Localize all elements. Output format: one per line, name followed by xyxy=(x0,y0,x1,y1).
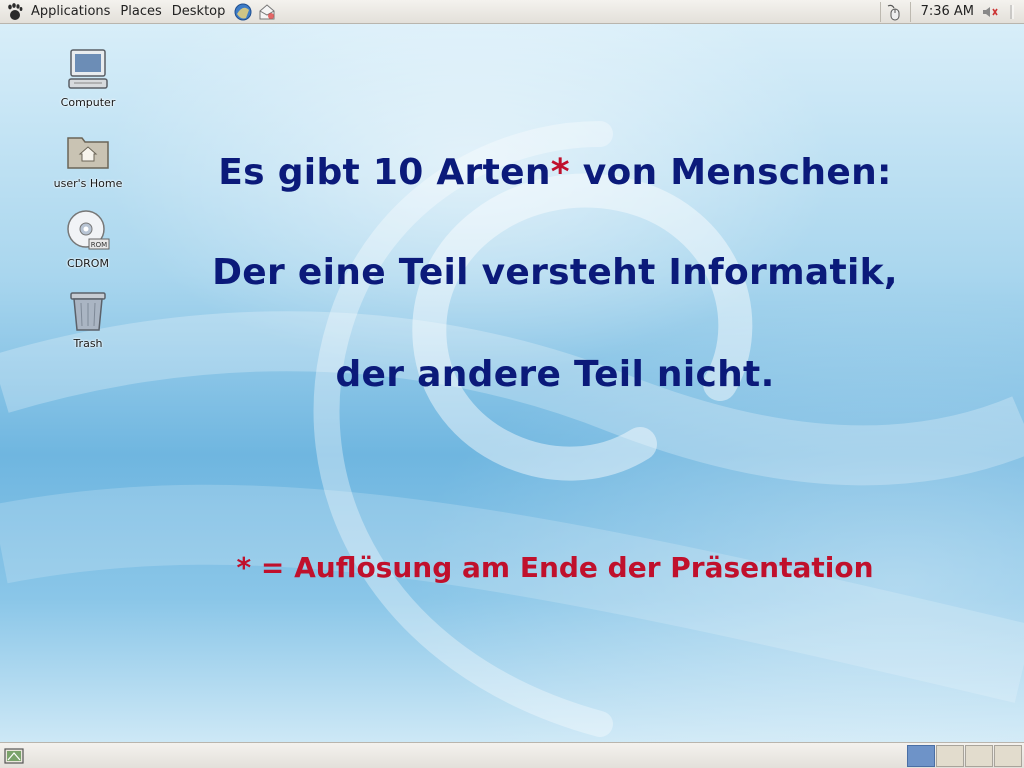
desktop-icon-trash[interactable]: Trash xyxy=(33,287,143,350)
show-desktop-icon[interactable] xyxy=(2,745,26,767)
slide-line-1-text: Es gibt 10 Arten xyxy=(218,152,551,193)
trash-icon xyxy=(64,287,112,335)
mouse-applet-icon[interactable] xyxy=(885,4,903,20)
slide-line-2: Der eine Teil versteht Informatik, xyxy=(212,252,898,293)
desktop-menu[interactable]: Desktop xyxy=(167,1,231,23)
places-menu[interactable]: Places xyxy=(115,1,166,23)
panel-separator xyxy=(879,1,881,22)
workspace-2[interactable] xyxy=(936,744,964,767)
slide-line-1: Es gibt 10 Arten* von Menschen: xyxy=(140,152,970,193)
computer-icon xyxy=(64,46,112,94)
panel-separator xyxy=(909,1,911,22)
email-icon[interactable] xyxy=(256,1,278,23)
slide-asterisk: * xyxy=(550,152,570,193)
web-browser-icon[interactable] xyxy=(232,1,254,23)
clock[interactable]: 7:36 AM xyxy=(915,4,982,19)
cdrom-icon: ROM xyxy=(64,207,112,255)
desktop-background[interactable]: Computer user's Home ROM CDROM Trash Es … xyxy=(0,24,1024,742)
home-folder-icon xyxy=(64,127,112,175)
desktop-icon-label: Trash xyxy=(73,337,103,350)
desktop-icon-label: Computer xyxy=(60,96,116,109)
panel-handle-icon[interactable] xyxy=(1003,4,1021,20)
bottom-panel xyxy=(0,742,1024,768)
slide-line-3: der andere Teil nicht. xyxy=(335,354,775,395)
desktop-icon-home[interactable]: user's Home xyxy=(33,127,143,190)
volume-icon[interactable] xyxy=(982,4,1000,20)
top-panel: Applications Places Desktop 7:36 AM xyxy=(0,0,1024,24)
applications-menu[interactable]: Applications xyxy=(26,1,115,23)
desktop-icon-cdrom[interactable]: ROM CDROM xyxy=(33,207,143,270)
slide-line-1-rest: von Menschen: xyxy=(569,152,892,193)
desktop-icon-label: user's Home xyxy=(53,177,123,190)
desktop-icon-computer[interactable]: Computer xyxy=(33,46,143,109)
workspace-switcher xyxy=(906,744,1022,767)
gnome-foot-icon[interactable] xyxy=(4,1,26,23)
slide-footnote: * = Auflösung am Ende der Präsentation xyxy=(236,551,874,584)
workspace-1[interactable] xyxy=(907,744,935,767)
svg-text:ROM: ROM xyxy=(91,241,107,249)
desktop-icon-label: CDROM xyxy=(67,257,109,270)
workspace-3[interactable] xyxy=(965,744,993,767)
workspace-4[interactable] xyxy=(994,744,1022,767)
